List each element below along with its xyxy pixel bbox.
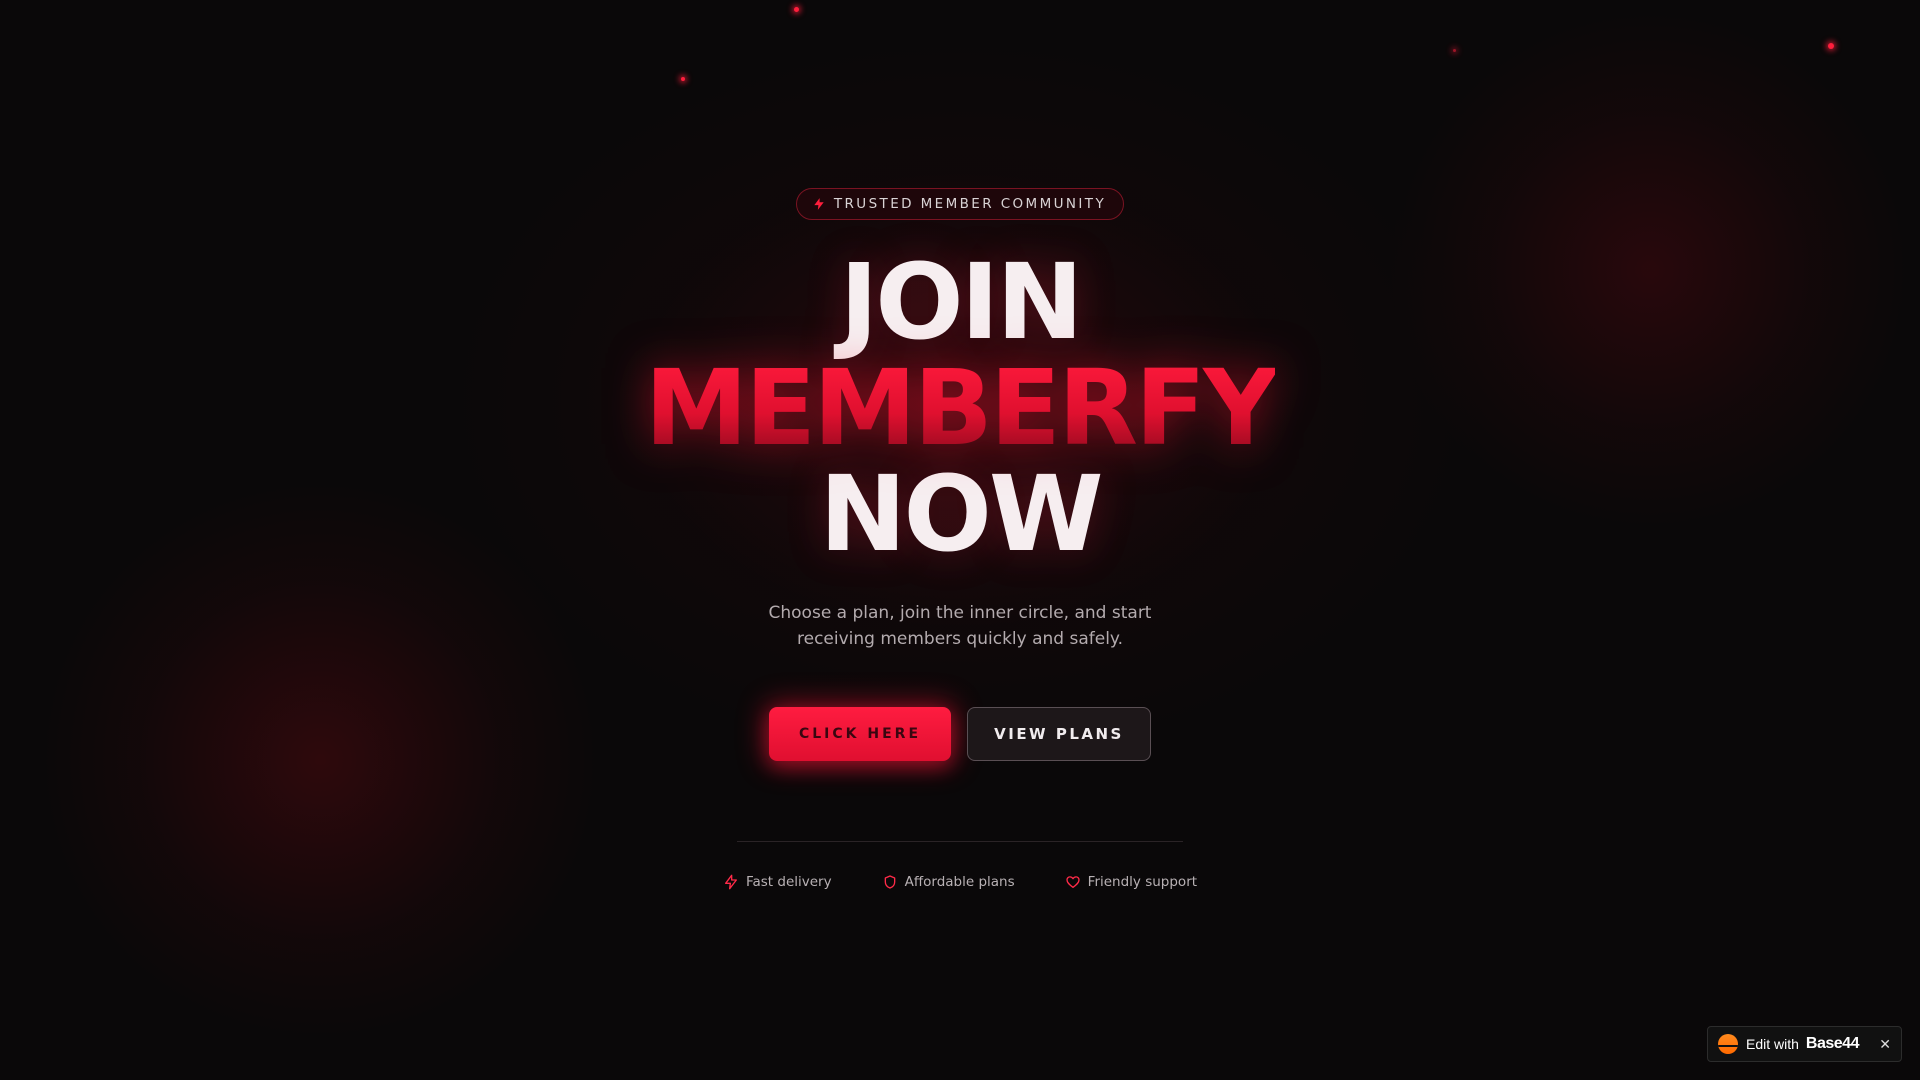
hero-subtitle: Choose a plan, join the inner circle, an… <box>768 603 1152 649</box>
feature-item-friendly-support: Friendly support <box>1065 874 1197 890</box>
divider <box>737 841 1183 842</box>
page-title: JOIN MEMBERFY NOW <box>644 241 1279 575</box>
close-icon[interactable]: ✕ <box>1879 1036 1891 1053</box>
feature-item-affordable-plans: Affordable plans <box>882 874 1015 890</box>
headline-line-brand: MEMBERFY <box>644 347 1279 469</box>
headline-line-now: NOW <box>819 453 1103 575</box>
heart-icon <box>1065 876 1080 888</box>
feature-item-fast-delivery: Fast delivery <box>723 874 832 890</box>
cta-group: CLICK HERE VIEW PLANS <box>769 707 1151 761</box>
feature-label: Fast delivery <box>745 874 832 890</box>
hero-section: TRUSTED MEMBER COMMUNITY JOIN MEMBERFY N… <box>0 0 1920 890</box>
bolt-icon <box>814 198 824 210</box>
headline-line-join: JOIN <box>839 241 1084 363</box>
edit-with-label: Edit with <box>1746 1036 1799 1052</box>
edit-with-base44-widget[interactable]: Edit with Base44 ✕ <box>1707 1026 1902 1062</box>
page-background: TRUSTED MEMBER COMMUNITY JOIN MEMBERFY N… <box>0 0 1920 1080</box>
bolt-icon <box>724 874 737 890</box>
badge-label: TRUSTED MEMBER COMMUNITY <box>833 196 1107 212</box>
click-here-button[interactable]: CLICK HERE <box>769 707 951 761</box>
view-plans-button[interactable]: VIEW PLANS <box>967 707 1151 761</box>
base44-brand-label: Base44 <box>1805 1035 1860 1052</box>
feature-label: Friendly support <box>1087 874 1198 890</box>
community-badge: TRUSTED MEMBER COMMUNITY <box>795 188 1125 220</box>
base44-logo-icon <box>1718 1034 1738 1054</box>
feature-list: Fast delivery Affordable plans Friendly … <box>723 874 1197 890</box>
shield-icon <box>884 875 895 889</box>
feature-label: Affordable plans <box>904 874 1015 890</box>
